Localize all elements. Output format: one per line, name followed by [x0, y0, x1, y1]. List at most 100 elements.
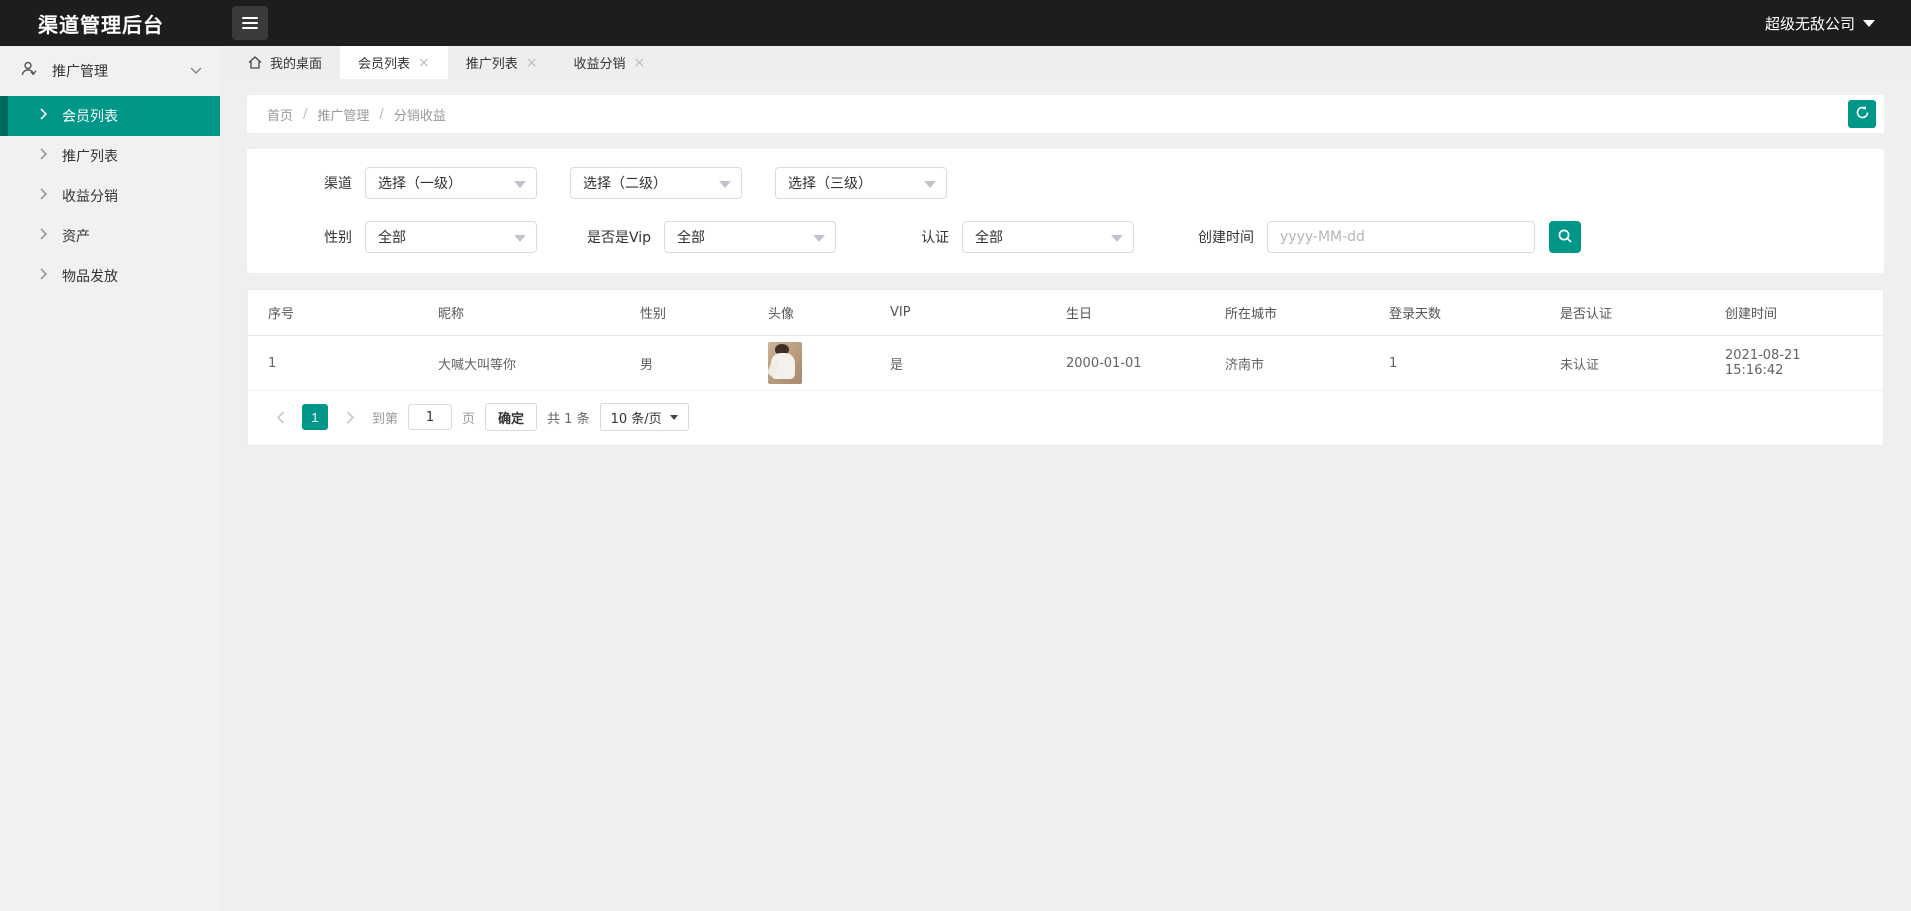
- page-1-button[interactable]: 1: [302, 404, 328, 430]
- next-page-button[interactable]: [338, 404, 362, 430]
- filter-row-attributes: 性别 全部 是否是Vip 全部 认证 全部 创建时间: [247, 221, 1884, 253]
- tab-label: 我的桌面: [270, 57, 323, 72]
- tab-promotion-list[interactable]: 推广列表 ×: [448, 46, 556, 79]
- company-menu[interactable]: 超级无敌公司: [1765, 13, 1911, 34]
- sidebar: 推广管理 会员列表 推广列表 收益分销 资产 物品发放: [0, 46, 220, 911]
- chevron-down-icon: [1863, 19, 1875, 27]
- tab-my-desktop[interactable]: 我的桌面: [230, 46, 340, 79]
- sidebar-item-label: 会员列表: [62, 109, 118, 125]
- tab-member-list[interactable]: 会员列表 ×: [340, 46, 448, 79]
- col-index: 序号: [248, 290, 418, 336]
- cell-city: 济南市: [1205, 335, 1369, 391]
- app-header: 渠道管理后台 超级无敌公司: [0, 0, 1911, 46]
- channel-level2-select[interactable]: 选择（二级）: [570, 167, 742, 199]
- filter-row-channel: 渠道 选择（一级） 选择（二级） 选择（三级）: [247, 167, 1884, 199]
- tab-label: 收益分销: [573, 57, 626, 72]
- tab-label: 会员列表: [358, 57, 411, 72]
- filter-panel: 渠道 选择（一级） 选择（二级） 选择（三级） 性别 全部 是否是Vip 全部 …: [247, 149, 1884, 273]
- channel-label: 渠道: [324, 176, 352, 192]
- close-icon[interactable]: ×: [634, 56, 646, 70]
- sidebar-item-assets[interactable]: 资产: [0, 216, 220, 256]
- sidebar-item-label: 物品发放: [62, 269, 118, 285]
- cell-nickname: 大喊大叫等你: [418, 335, 620, 391]
- goto-page-input[interactable]: [408, 404, 453, 430]
- confirm-button[interactable]: 确定: [485, 403, 538, 431]
- col-vip: VIP: [870, 290, 1046, 336]
- col-avatar: 头像: [748, 290, 870, 336]
- search-icon: [1557, 228, 1573, 247]
- total-count-label: 共 1 条: [547, 411, 590, 427]
- tab-revenue-distribution[interactable]: 收益分销 ×: [556, 46, 664, 79]
- chevron-right-icon: [40, 228, 48, 244]
- refresh-button[interactable]: [1848, 100, 1876, 128]
- chevron-down-icon: [514, 235, 526, 242]
- sidebar-item-revenue-distribution[interactable]: 收益分销: [0, 176, 220, 216]
- close-icon[interactable]: ×: [526, 56, 538, 70]
- tab-label: 推广列表: [465, 57, 518, 72]
- pagination: 1 到第 页 确定 共 1 条 10 条/页: [248, 391, 1883, 445]
- select-value: 选择（一级）: [378, 176, 462, 192]
- gender-select[interactable]: 全部: [365, 221, 537, 253]
- page-size-select[interactable]: 10 条/页: [599, 403, 689, 431]
- select-value: 全部: [975, 230, 1003, 246]
- sidebar-group-promotion[interactable]: 推广管理: [0, 46, 220, 96]
- chevron-right-icon: [40, 188, 48, 204]
- chevron-down-icon: [719, 181, 731, 188]
- app-title: 渠道管理后台: [38, 12, 164, 37]
- members-table: 序号 昵称 性别 头像 VIP 生日 所在城市 登录天数 是否认证 创建时间 1…: [248, 290, 1883, 391]
- channel-level1-select[interactable]: 选择（一级）: [365, 167, 537, 199]
- page-size-value: 10 条/页: [610, 411, 662, 427]
- cell-birthday: 2000-01-01: [1046, 335, 1205, 391]
- chevron-right-icon: [40, 268, 48, 284]
- cell-vip: 是: [870, 335, 1046, 391]
- home-icon: [248, 56, 262, 69]
- select-value: 全部: [378, 230, 406, 246]
- page-unit-label: 页: [462, 411, 476, 427]
- breadcrumb-current: 分销收益: [393, 108, 446, 124]
- chevron-down-icon: [514, 181, 526, 188]
- chevron-right-icon: [40, 108, 48, 124]
- chevron-down-icon: [669, 414, 678, 420]
- col-gender: 性别: [620, 290, 748, 336]
- breadcrumb-home[interactable]: 首页: [267, 105, 293, 124]
- vip-select[interactable]: 全部: [664, 221, 836, 253]
- chevron-right-icon: [40, 148, 48, 164]
- breadcrumb-bar: 首页 / 推广管理 / 分销收益: [247, 95, 1884, 133]
- sidebar-item-label: 资产: [62, 229, 90, 245]
- col-city: 所在城市: [1205, 290, 1369, 336]
- vip-label: 是否是Vip: [586, 230, 651, 246]
- sidebar-item-promotion-list[interactable]: 推广列表: [0, 136, 220, 176]
- verify-select[interactable]: 全部: [962, 221, 1134, 253]
- table-header-row: 序号 昵称 性别 头像 VIP 生日 所在城市 登录天数 是否认证 创建时间: [248, 290, 1883, 336]
- sidebar-group-label: 推广管理: [52, 64, 108, 80]
- user-icon: [20, 60, 38, 82]
- breadcrumb-promotion[interactable]: 推广管理: [317, 105, 369, 124]
- avatar[interactable]: [768, 342, 802, 384]
- cell-verified: 未认证: [1540, 335, 1705, 391]
- sidebar-toggle-button[interactable]: [232, 6, 268, 40]
- created-time-label: 创建时间: [1198, 230, 1254, 246]
- cell-avatar: [748, 335, 870, 391]
- cell-created-at: 2021-08-21 15:16:42: [1705, 335, 1883, 391]
- search-button[interactable]: [1549, 221, 1581, 253]
- chevron-down-icon: [924, 181, 936, 188]
- sidebar-item-item-grant[interactable]: 物品发放: [0, 256, 220, 296]
- col-login-days: 登录天数: [1369, 290, 1540, 336]
- cell-login-days: 1: [1369, 335, 1540, 391]
- breadcrumb-separator: /: [379, 106, 384, 122]
- select-value: 全部: [677, 230, 705, 246]
- sidebar-item-label: 推广列表: [62, 149, 118, 165]
- hamburger-icon: [242, 17, 258, 29]
- sidebar-item-member-list[interactable]: 会员列表: [0, 96, 220, 136]
- goto-label: 到第: [372, 411, 399, 427]
- created-time-input[interactable]: [1267, 221, 1535, 253]
- prev-page-button[interactable]: [268, 404, 292, 430]
- verify-label: 认证: [921, 230, 949, 246]
- chevron-down-icon: [1111, 235, 1123, 242]
- select-value: 选择（二级）: [583, 176, 667, 192]
- channel-level3-select[interactable]: 选择（三级）: [775, 167, 947, 199]
- close-icon[interactable]: ×: [418, 56, 430, 70]
- cell-gender: 男: [620, 335, 748, 391]
- col-created-at: 创建时间: [1705, 290, 1883, 336]
- chevron-down-icon: [813, 235, 825, 242]
